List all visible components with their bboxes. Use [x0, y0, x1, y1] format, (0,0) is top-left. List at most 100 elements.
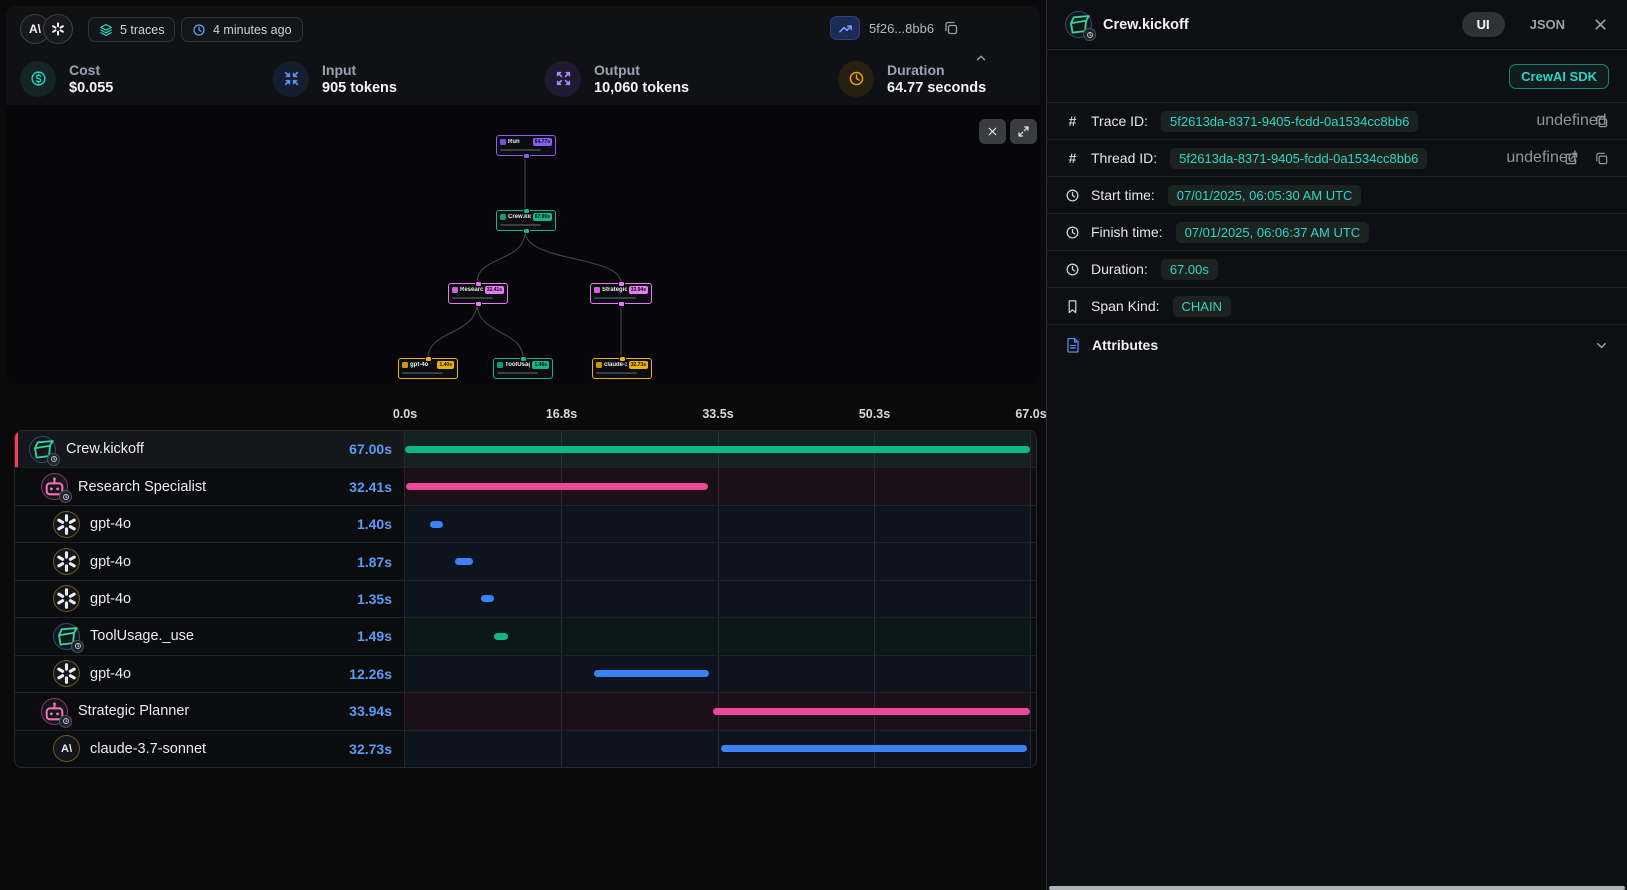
waterfall-row-gpt-4o[interactable]: gpt-4o1.35s — [15, 581, 1036, 618]
span-name-cell: gpt-4o1.87s — [15, 543, 405, 579]
waterfall-row-research-specialist[interactable]: Research Specialist32.41s — [15, 468, 1036, 505]
graph-node-strategic-planner[interactable]: Strategic Planner33.94s — [590, 283, 652, 304]
row-tint — [405, 543, 1030, 579]
tab-ui[interactable]: UI — [1462, 12, 1505, 37]
expand-graph-button[interactable] — [1010, 119, 1037, 144]
span-bar[interactable] — [481, 595, 494, 602]
detail-value-chip[interactable]: 5f2613da-8371-9405-fcdd-0a1534cc8bb6 — [1170, 148, 1427, 169]
detail-value-chip[interactable]: 07/01/2025, 06:05:30 AM UTC — [1168, 185, 1362, 206]
node-meta-text — [500, 224, 541, 226]
graph-node-gpt-4o[interactable]: gpt-4o1.40s — [398, 358, 458, 379]
span-duration: 1.40s — [357, 516, 392, 532]
graph-node-claude-3-7-sonnet[interactable]: claude-3.7-sonnet32.73s — [592, 358, 652, 379]
node-handle — [476, 282, 481, 286]
gridline — [1030, 731, 1031, 767]
span-bar[interactable] — [430, 521, 443, 528]
agent-node-icon — [452, 287, 458, 293]
external-link-icon[interactable] — [1564, 151, 1579, 166]
detail-label: Duration: — [1091, 261, 1148, 277]
time-ago-badge[interactable]: 4 minutes ago — [181, 17, 303, 42]
gridline — [1030, 431, 1031, 467]
span-detail-panel: Crew.kickoff UI JSON CrewAI SDK #Trace I… — [1046, 0, 1627, 890]
trend-icon — [838, 21, 853, 36]
graph-node-run[interactable]: Run64.77s — [496, 135, 556, 156]
traces-count-label: 5 traces — [120, 23, 164, 37]
metric-duration: Duration 64.77 seconds — [838, 52, 986, 105]
crewai-sdk-badge[interactable]: CrewAI SDK — [1509, 64, 1609, 89]
waterfall-span-table: Crew.kickoff67.00sResearch Specialist32.… — [14, 430, 1037, 768]
filter-icon[interactable]: undefined — [1564, 114, 1579, 129]
bookmark-icon — [1065, 299, 1080, 314]
trace-id-chip: 5f26...8bb6 — [830, 16, 959, 40]
detail-label: Start time: — [1091, 187, 1155, 203]
waterfall-row-gpt-4o[interactable]: gpt-4o1.40s — [15, 506, 1036, 543]
panel-title: Crew.kickoff — [1103, 17, 1451, 33]
span-bar[interactable] — [405, 446, 1030, 453]
attributes-section-toggle[interactable]: Attributes — [1047, 325, 1627, 365]
tab-json[interactable]: JSON — [1530, 17, 1565, 32]
span-timeline — [405, 581, 1030, 617]
axis-tick: 0.0s — [393, 407, 417, 421]
span-bar[interactable] — [455, 558, 472, 565]
panel-scrollbar[interactable] — [1049, 886, 1625, 890]
row-tint — [405, 656, 1030, 692]
node-meta-text — [402, 372, 443, 374]
span-name: gpt-4o — [90, 666, 131, 682]
span-bar[interactable] — [713, 708, 1030, 715]
span-bar[interactable] — [594, 670, 708, 677]
copy-icon[interactable] — [1594, 151, 1609, 166]
span-name-cell: Research Specialist32.41s — [15, 468, 405, 504]
graph-node-crew-kickoff[interactable]: Crew.kickoff67.00s — [496, 210, 556, 231]
openai-span-icon — [53, 548, 80, 575]
node-handle — [524, 154, 529, 158]
waterfall-row-toolusage-use[interactable]: ToolUsage._use1.49s — [15, 618, 1036, 655]
gridline — [1030, 468, 1031, 504]
close-graph-button[interactable] — [979, 119, 1006, 144]
detail-value-chip[interactable]: 67.00s — [1161, 259, 1218, 280]
node-handle — [521, 357, 526, 361]
detail-value-chip[interactable]: 07/01/2025, 06:06:37 AM UTC — [1176, 222, 1370, 243]
span-timeline — [405, 431, 1030, 467]
span-name-cell: gpt-4o1.35s — [15, 581, 405, 617]
gridline — [1030, 618, 1031, 654]
waterfall-row-crew-kickoff[interactable]: Crew.kickoff67.00s — [15, 431, 1036, 468]
agent-node-icon — [594, 287, 600, 293]
span-bar[interactable] — [494, 633, 508, 640]
tool-node-icon — [497, 362, 503, 368]
detail-value-chip[interactable]: 5f2613da-8371-9405-fcdd-0a1534cc8bb6 — [1161, 111, 1418, 132]
agent-span-icon — [41, 698, 68, 725]
waterfall-time-axis: 0.0s16.8s33.5s50.3s67.0s — [14, 398, 1037, 426]
waterfall-row-claude-3-7-sonnet[interactable]: A\claude-3.7-sonnet32.73s — [15, 731, 1036, 767]
clock-icon — [1065, 188, 1080, 203]
close-panel-icon[interactable] — [1592, 16, 1609, 33]
span-bar[interactable] — [721, 745, 1026, 752]
filter-icon[interactable]: undefined — [1534, 151, 1549, 166]
detail-value-chip[interactable]: CHAIN — [1173, 296, 1231, 317]
hash-icon: # — [1065, 114, 1080, 129]
trace-chart-button[interactable] — [830, 16, 860, 40]
span-timeline — [405, 693, 1030, 729]
graph-node-research-specialist[interactable]: Research Speciali...32.41s — [448, 283, 508, 304]
agent-span-icon — [41, 473, 68, 500]
graph-node-toolusage[interactable]: ToolUsage._use1.49s — [493, 358, 553, 379]
span-name: Research Specialist — [78, 479, 206, 495]
llm-node-icon — [402, 362, 408, 368]
waterfall-row-strategic-planner[interactable]: Strategic Planner33.94s — [15, 693, 1036, 730]
close-icon — [986, 125, 999, 138]
span-timeline — [405, 468, 1030, 504]
span-name: gpt-4o — [90, 591, 131, 607]
execution-graph-canvas[interactable]: Run64.77s Crew.kickoff67.00s Research Sp… — [6, 105, 1040, 385]
copy-icon[interactable] — [1594, 114, 1609, 129]
clock-icon — [838, 61, 874, 97]
traces-count-badge[interactable]: 5 traces — [88, 17, 175, 42]
waterfall-row-gpt-4o[interactable]: gpt-4o1.87s — [15, 543, 1036, 580]
span-bar[interactable] — [406, 483, 708, 490]
crew-span-icon — [53, 623, 80, 650]
attributes-label: Attributes — [1092, 337, 1594, 353]
trace-detail-main: A\ 5 traces 4 minutes ago 5f26...8bb6 Co — [0, 0, 1046, 890]
copy-trace-id-icon[interactable] — [943, 20, 959, 36]
metrics-row: Cost $0.055 Input 905 tokens Output 10,0… — [6, 52, 1040, 105]
clock-icon — [1065, 262, 1080, 277]
waterfall-row-gpt-4o[interactable]: gpt-4o12.26s — [15, 656, 1036, 693]
node-handle — [524, 229, 529, 233]
